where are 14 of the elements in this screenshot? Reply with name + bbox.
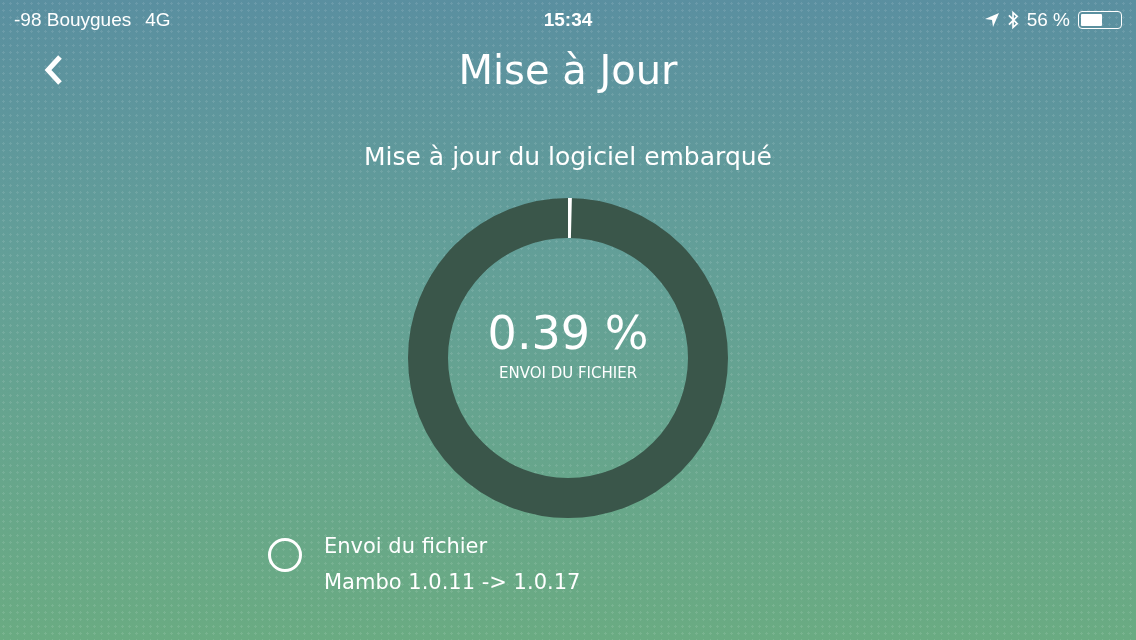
section-heading: Mise à jour du logiciel embarqué — [364, 142, 772, 171]
progress-percent: 0.39 % — [487, 306, 649, 360]
network-type: 4G — [145, 9, 171, 31]
carrier-name: -98 Bouygues — [14, 9, 132, 31]
page-title: Mise à Jour — [458, 47, 678, 93]
progress-label: ENVOI DU FICHIER — [498, 364, 638, 382]
battery-icon — [1078, 11, 1122, 29]
location-arrow-icon — [983, 12, 1000, 28]
clock: 15:34 — [543, 9, 593, 31]
step-detail: Mambo 1.0.11 -> 1.0.17 — [324, 570, 581, 594]
bluetooth-icon — [1007, 10, 1019, 30]
battery-percent: 56 % — [1026, 9, 1070, 31]
step-title: Envoi du fichier — [324, 534, 489, 558]
back-chevron-icon — [44, 54, 64, 86]
